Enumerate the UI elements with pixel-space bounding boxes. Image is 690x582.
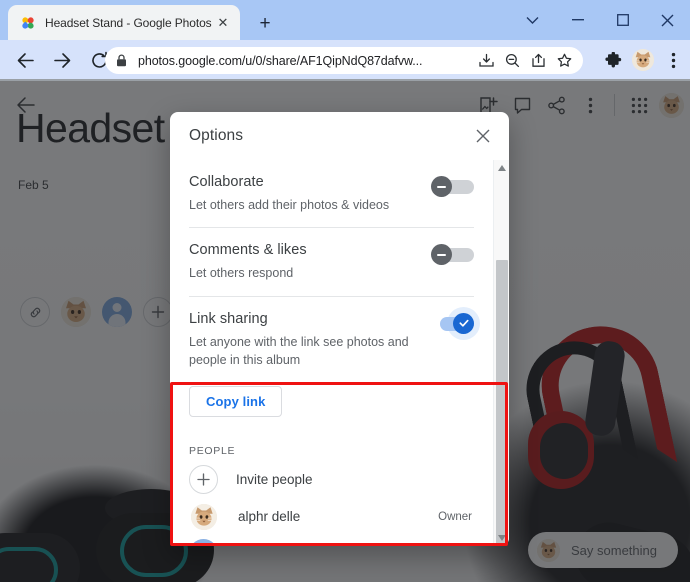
tab-title: Headset Stand - Google Photos (45, 15, 212, 30)
url-text: photos.google.com/u/0/share/AF1QipNdQ87d… (138, 53, 423, 68)
scrollbar-thumb[interactable] (496, 260, 508, 545)
address-bar[interactable]: photos.google.com/u/0/share/AF1QipNdQ87d… (105, 47, 583, 74)
toggle-knob (431, 244, 452, 266)
google-photos-favicon-icon (20, 15, 36, 31)
option-texts: Link sharing Let anyone with the link se… (189, 311, 430, 370)
scroll-up-arrow-icon[interactable] (494, 160, 509, 176)
dialog-scrollbar[interactable] (493, 160, 509, 546)
cat-avatar (191, 503, 217, 530)
scroll-down-arrow-icon[interactable] (494, 530, 509, 546)
person-row-member[interactable]: alphr101@gmail.com (189, 535, 474, 546)
toolbar-right-group (598, 44, 688, 76)
extensions-puzzle-icon[interactable] (598, 45, 628, 75)
dialog-scroll-content: Collaborate Let others add their photos … (170, 160, 493, 546)
collaborate-toggle[interactable] (430, 176, 474, 198)
invite-people-row[interactable]: Invite people (189, 461, 474, 498)
options-dialog: Options Collaborate Let others add their… (170, 112, 509, 546)
link-sharing-toggle[interactable] (430, 306, 480, 340)
cat-avatar (632, 49, 654, 71)
dialog-body: Collaborate Let others add their photos … (170, 160, 509, 546)
person-row-owner[interactable]: alphr delle Owner (189, 498, 474, 535)
toggle-knob (453, 312, 474, 334)
option-title: Collaborate (189, 174, 264, 190)
copy-link-button[interactable]: Copy link (189, 386, 283, 417)
invite-people-label: Invite people (236, 472, 313, 487)
close-icon[interactable] (471, 124, 495, 148)
option-texts: Comments & likes Let others respond (189, 242, 430, 282)
person-avatar (189, 539, 218, 546)
browser-window: Headset Stand - Google Photos ✕ + photos… (0, 0, 690, 582)
option-description: Let others respond (189, 266, 294, 281)
option-row-collaborate: Collaborate Let others add their photos … (189, 160, 474, 229)
new-tab-button[interactable]: + (252, 10, 278, 36)
dialog-title: Options (189, 127, 244, 144)
bookmark-star-icon[interactable] (551, 50, 577, 72)
maximize-icon[interactable] (600, 1, 645, 39)
option-title: Comments & likes (189, 242, 307, 259)
comments-likes-toggle[interactable] (430, 244, 474, 266)
people-section-label: PEOPLE (189, 445, 236, 457)
plus-icon (189, 465, 218, 494)
zoom-out-icon[interactable] (499, 50, 525, 72)
minimize-icon[interactable] (555, 1, 600, 39)
download-icon[interactable] (473, 50, 499, 72)
back-button-icon[interactable] (9, 44, 41, 76)
profile-avatar[interactable] (628, 45, 658, 75)
tab-search-icon[interactable] (510, 1, 555, 39)
window-controls (510, 0, 690, 40)
forward-button-icon[interactable] (46, 44, 78, 76)
person-role: Owner (438, 510, 472, 523)
option-row-comments-likes: Comments & likes Let others respond (189, 228, 474, 297)
people-section: PEOPLE Invite people alphr delle Owner (170, 433, 493, 546)
toggle-off-dash-icon (437, 185, 446, 188)
toggle-knob (431, 176, 452, 197)
dialog-header: Options (170, 112, 509, 160)
toggle-off-dash-icon (437, 253, 446, 256)
tab-close-icon[interactable]: ✕ (214, 14, 232, 32)
browser-toolbar: photos.google.com/u/0/share/AF1QipNdQ87d… (0, 40, 690, 80)
person-name: alphr delle (238, 509, 301, 524)
share-icon[interactable] (525, 50, 551, 72)
option-title: Link sharing (189, 310, 268, 327)
browser-menu-icon[interactable] (658, 45, 688, 75)
option-texts: Collaborate Let others add their photos … (189, 174, 430, 214)
option-description: Let anyone with the link see photos and … (189, 334, 409, 367)
browser-tab[interactable]: Headset Stand - Google Photos ✕ (8, 5, 240, 40)
padlock-icon (116, 54, 129, 67)
check-icon (458, 319, 469, 327)
person-more-options-icon[interactable] (452, 543, 474, 547)
option-row-link-sharing: Link sharing Let anyone with the link se… (189, 297, 480, 383)
tab-strip: Headset Stand - Google Photos ✕ + (0, 0, 690, 40)
option-description: Let others add their photos & videos (189, 198, 390, 212)
copy-link-wrapper: Copy link (189, 386, 474, 417)
close-window-icon[interactable] (645, 1, 690, 39)
